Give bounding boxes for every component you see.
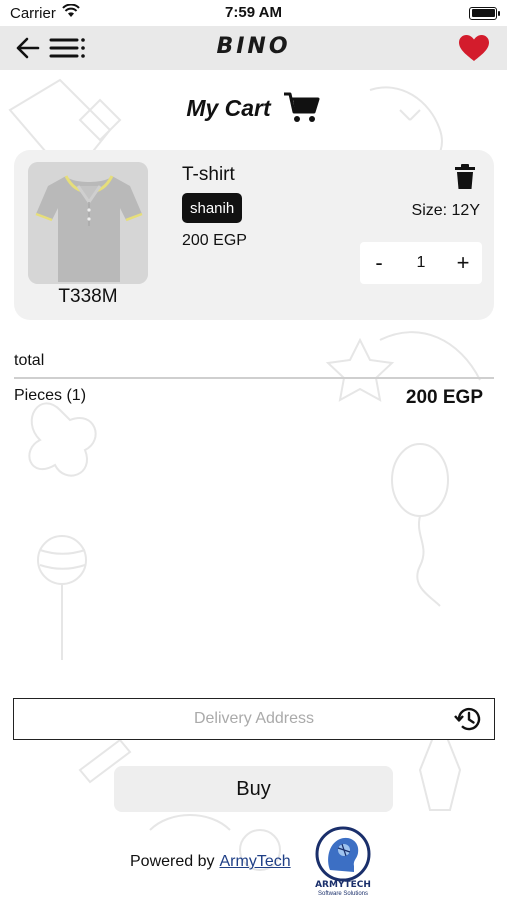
favorites-button[interactable]	[457, 33, 491, 63]
armytech-logo-subtitle: Software Solutions	[317, 891, 369, 897]
total-amount: 200 EGP	[405, 387, 483, 408]
page-title: My Cart	[186, 94, 271, 121]
cart-item-card: T338M T-shirt shanih 200 EGP Size: 12Y -…	[14, 150, 494, 320]
bino-logo[interactable]: BINO	[0, 34, 507, 59]
cart-icon	[283, 92, 320, 122]
decrement-button[interactable]: -	[360, 242, 398, 284]
pieces-label: Pieces (1)	[14, 387, 87, 404]
battery-icon	[469, 6, 500, 20]
powered-by-label: Powered by	[130, 853, 215, 870]
product-name: T-shirt	[182, 164, 235, 185]
total-divider	[14, 377, 494, 379]
top-nav: BINO	[0, 26, 507, 70]
delete-item-button[interactable]	[452, 162, 478, 192]
quantity-value: 1	[416, 254, 426, 271]
armytech-logo: ARMYTECH Software Solutions	[308, 826, 378, 900]
status-time: 7:59 AM	[225, 4, 282, 21]
status-bar: Carrier 7:59 AM	[0, 0, 507, 26]
increment-button[interactable]: +	[444, 242, 482, 284]
product-image[interactable]	[28, 162, 148, 284]
color-badge: shanih	[182, 193, 243, 223]
trash-icon	[455, 164, 475, 189]
address-history-button[interactable]	[454, 705, 482, 733]
powered-by: Powered by ArmyTech	[130, 853, 291, 871]
quantity-stepper: - 1 +	[360, 242, 482, 284]
product-code: T338M	[58, 286, 118, 307]
delivery-address-box	[13, 698, 495, 740]
heart-icon	[459, 35, 489, 61]
armytech-logo-text: ARMYTECH	[315, 880, 371, 890]
product-price: 200 EGP	[182, 232, 247, 249]
page-title-row: My Cart	[0, 88, 507, 128]
delivery-address-input[interactable]	[14, 699, 454, 738]
armytech-link[interactable]: ArmyTech	[220, 853, 291, 871]
history-icon	[454, 707, 481, 731]
size-label: Size: 12Y	[411, 202, 480, 219]
buy-button[interactable]: Buy	[114, 766, 393, 812]
total-label: total	[14, 352, 45, 369]
